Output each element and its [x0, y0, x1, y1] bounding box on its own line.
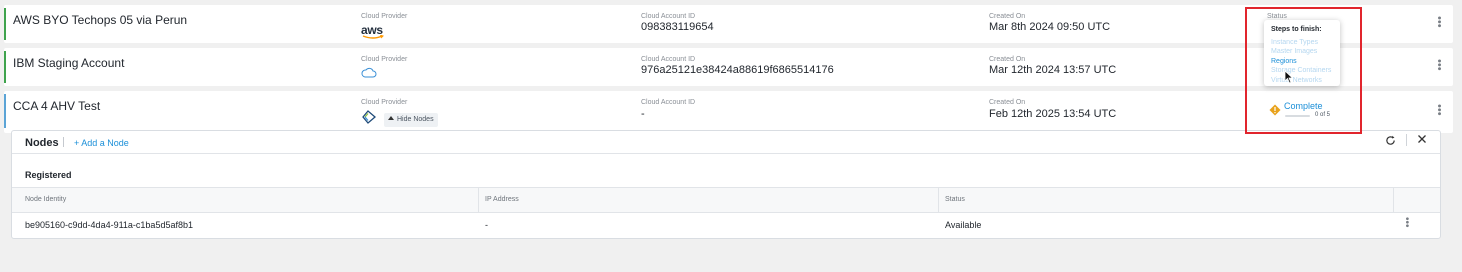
step-master-images[interactable]: Master Images [1271, 48, 1317, 55]
caret-up-icon [388, 116, 394, 120]
divider [938, 188, 939, 213]
account-name: CCA 4 AHV Test [13, 99, 101, 113]
account-row[interactable]: IBM Staging Account Cloud Provider Cloud… [4, 48, 1453, 86]
divider [478, 188, 479, 213]
account-name: AWS BYO Techops 05 via Perun [13, 13, 188, 27]
account-id-label: Cloud Account ID [641, 99, 696, 106]
created-label: Created On [989, 13, 1026, 20]
cloud-icon [361, 67, 377, 78]
progress-bar [1285, 115, 1310, 117]
popover-title: Steps to finish: [1271, 26, 1322, 33]
warning-diamond-icon [1269, 104, 1281, 116]
nodes-title: Nodes [25, 137, 59, 149]
close-icon[interactable] [1417, 134, 1427, 144]
provider-label: Cloud Provider [361, 13, 408, 20]
step-instance-types[interactable]: Instance Types [1271, 39, 1318, 46]
more-options-icon[interactable]: ••• [1401, 217, 1412, 228]
aws-logo: aws [361, 23, 384, 39]
provider-label: Cloud Provider [361, 56, 408, 63]
created-label: Created On [989, 99, 1026, 106]
registered-heading: Registered [25, 170, 72, 180]
progress-text: 0 of 5 [1315, 112, 1331, 118]
created-on: Mar 8th 2024 09:50 UTC [989, 21, 1111, 33]
account-name: IBM Staging Account [13, 56, 125, 70]
hide-nodes-button[interactable]: Hide Nodes [384, 113, 438, 127]
column-header[interactable]: IP Address [485, 196, 519, 203]
divider [12, 153, 1440, 154]
created-label: Created On [989, 56, 1026, 63]
refresh-icon[interactable] [1385, 135, 1396, 146]
more-options-icon[interactable]: ••• [1433, 59, 1445, 71]
account-id-label: Cloud Account ID [641, 13, 696, 20]
column-header[interactable]: Node Identity [25, 196, 66, 203]
status-complete-link[interactable]: Complete [1284, 101, 1323, 111]
status-label: Status [1267, 13, 1287, 20]
provider-label: Cloud Provider [361, 99, 408, 106]
table-header: Node Identity IP Address Status [12, 187, 1440, 213]
more-options-icon[interactable]: ••• [1433, 104, 1445, 116]
divider [63, 137, 64, 147]
add-node-link[interactable]: + Add a Node [74, 138, 129, 148]
node-status: Available [945, 220, 982, 230]
nodes-panel: Nodes + Add a Node Registered Node Ident… [11, 130, 1441, 239]
account-row[interactable]: CCA 4 AHV Test Cloud Provider Hide Nodes… [4, 91, 1453, 133]
created-on: Mar 12th 2024 13:57 UTC [989, 64, 1117, 76]
node-identity: be905160-c9dd-4da4-911a-c1ba5d5af8b1 [25, 220, 193, 230]
row-accent [4, 51, 6, 83]
mouse-cursor-icon [1284, 70, 1294, 84]
account-id: - [641, 108, 645, 120]
steps-popover: Steps to finish: Instance Types Master I… [1264, 20, 1340, 86]
row-accent [4, 94, 6, 128]
created-on: Feb 12th 2025 13:54 UTC [989, 108, 1117, 120]
divider [1406, 134, 1407, 146]
account-id: 098383119654 [641, 21, 714, 33]
divider [1393, 188, 1394, 213]
account-id: 976a25121e38424a88619f6865514176 [641, 64, 834, 76]
step-regions[interactable]: Regions [1271, 58, 1297, 65]
more-options-icon[interactable]: ••• [1433, 16, 1445, 28]
account-row[interactable]: AWS BYO Techops 05 via Perun Cloud Provi… [4, 5, 1453, 43]
account-id-label: Cloud Account ID [641, 56, 696, 63]
column-header[interactable]: Status [945, 196, 965, 203]
nutanix-logo [362, 110, 376, 124]
step-virtual-networks[interactable]: Virtual Networks [1271, 77, 1322, 84]
ip-address: - [485, 220, 488, 230]
row-accent [4, 8, 6, 40]
step-storage-containers[interactable]: Storage Containers [1271, 67, 1331, 74]
